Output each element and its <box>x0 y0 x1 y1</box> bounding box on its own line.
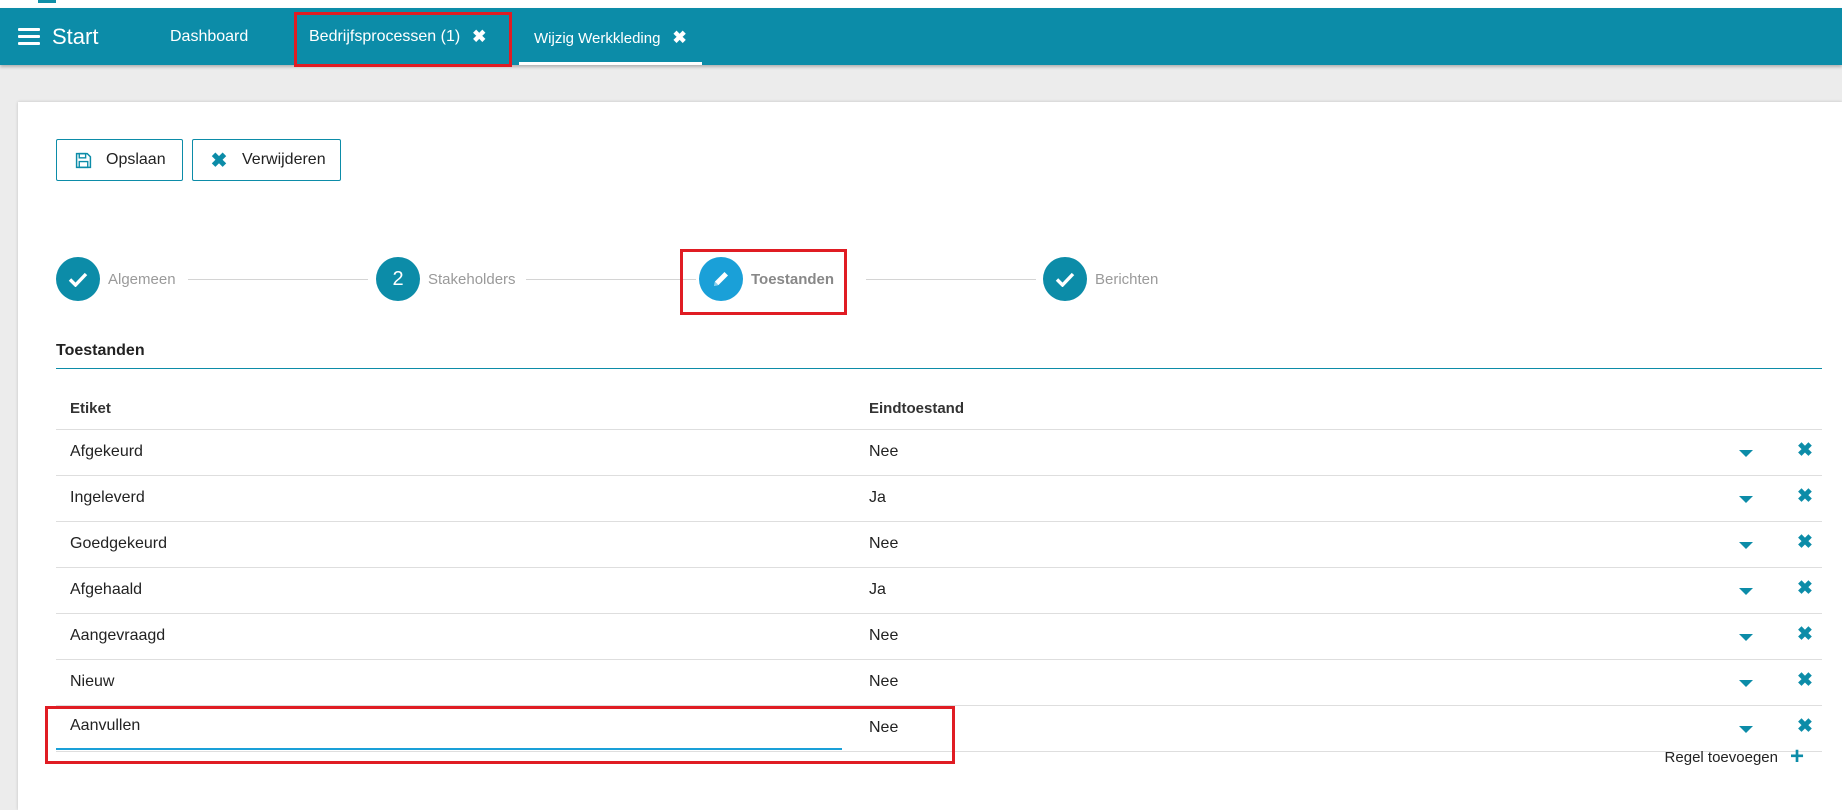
delete-row-icon[interactable]: ✖ <box>1797 669 1813 692</box>
eindtoestand-cell[interactable]: Nee <box>869 443 898 461</box>
check-icon <box>56 257 100 301</box>
top-strip <box>0 0 1842 8</box>
tab-dashboard-label: Dashboard <box>170 27 249 45</box>
delete-row-icon[interactable]: ✖ <box>1797 531 1813 554</box>
table-row-editing[interactable]: Nee ✖ <box>56 706 1822 752</box>
caret-down-icon[interactable] <box>1739 680 1753 687</box>
caret-down-icon[interactable] <box>1739 726 1753 733</box>
caret-down-icon[interactable] <box>1739 496 1753 503</box>
start-menu-button[interactable]: Start <box>18 8 98 65</box>
start-label: Start <box>52 23 99 49</box>
tab-bedrijfsprocessen[interactable]: Bedrijfsprocessen (1) ✖ <box>309 8 486 65</box>
delete-row-icon[interactable]: ✖ <box>1797 715 1813 738</box>
table-row[interactable]: Ingeleverd Ja ✖ <box>56 476 1822 522</box>
delete-row-icon[interactable]: ✖ <box>1797 577 1813 600</box>
step-toestanden[interactable]: Toestanden <box>699 255 834 303</box>
delete-button[interactable]: ✖ Verwijderen <box>192 139 341 181</box>
eindtoestand-cell[interactable]: Ja <box>869 489 886 507</box>
delete-label: Verwijderen <box>242 151 326 168</box>
caret-down-icon[interactable] <box>1739 588 1753 595</box>
eindtoestand-cell[interactable]: Ja <box>869 581 886 599</box>
etiket-cell[interactable]: Ingeleverd <box>70 489 145 507</box>
caret-down-icon[interactable] <box>1739 450 1753 457</box>
table-header: Etiket Eindtoestand <box>56 382 1822 430</box>
close-tab-icon[interactable]: ✖ <box>672 28 686 48</box>
eindtoestand-cell[interactable]: Nee <box>869 673 898 691</box>
etiket-cell[interactable]: Goedgekeurd <box>70 535 167 553</box>
tab-wijzig-werkkleding[interactable]: Wijzig Werkkleding ✖ <box>519 14 702 65</box>
wizard-stepper: Algemeen 2 Stakeholders Toestanden Beric… <box>56 255 1158 303</box>
table-row[interactable]: Nieuw Nee ✖ <box>56 660 1822 706</box>
etiket-cell[interactable]: Nieuw <box>70 673 114 691</box>
etiket-cell[interactable]: Afgekeurd <box>70 443 143 461</box>
step-connector <box>526 279 696 280</box>
delete-row-icon[interactable]: ✖ <box>1797 439 1813 462</box>
tab-wijzig-werkkleding-label: Wijzig Werkkleding <box>534 29 661 47</box>
eindtoestand-cell[interactable]: Nee <box>869 535 898 553</box>
caret-down-icon[interactable] <box>1739 542 1753 549</box>
section-title: Toestanden <box>56 342 145 359</box>
hamburger-icon <box>18 28 40 45</box>
step-stakeholders[interactable]: 2 Stakeholders <box>376 255 516 303</box>
pencil-icon <box>699 257 743 301</box>
column-header-etiket: Etiket <box>70 400 111 417</box>
etiket-cell[interactable]: Aangevraagd <box>70 627 165 645</box>
states-table: Etiket Eindtoestand Afgekeurd Nee ✖ Inge… <box>56 382 1822 752</box>
table-row[interactable]: Goedgekeurd Nee ✖ <box>56 522 1822 568</box>
delete-row-icon[interactable]: ✖ <box>1797 485 1813 508</box>
step-berichten[interactable]: Berichten <box>1043 255 1158 303</box>
column-header-eindtoestand: Eindtoestand <box>869 400 965 417</box>
logo <box>38 0 56 3</box>
etiket-input-wrapper <box>56 706 842 750</box>
save-label: Opslaan <box>106 151 166 168</box>
table-row[interactable]: Afgekeurd Nee ✖ <box>56 430 1822 476</box>
step-label: Stakeholders <box>428 270 516 288</box>
step-connector <box>866 279 1036 280</box>
close-tab-icon[interactable]: ✖ <box>472 27 486 47</box>
caret-down-icon[interactable] <box>1739 634 1753 641</box>
add-row-label: Regel toevoegen <box>1664 748 1778 766</box>
check-icon <box>1043 257 1087 301</box>
etiket-cell[interactable]: Afgehaald <box>70 581 142 599</box>
floppy-disk-icon <box>74 151 92 169</box>
tab-dashboard[interactable]: Dashboard <box>170 8 248 65</box>
step-label: Berichten <box>1095 270 1159 288</box>
table-row[interactable]: Aangevraagd Nee ✖ <box>56 614 1822 660</box>
plus-icon: + <box>1789 743 1804 770</box>
step-number: 2 <box>376 257 420 301</box>
add-row-button[interactable]: Regel toevoegen + <box>1665 745 1804 769</box>
step-algemeen[interactable]: Algemeen <box>56 255 176 303</box>
delete-row-icon[interactable]: ✖ <box>1797 623 1813 646</box>
close-icon: ✖ <box>210 149 228 172</box>
eindtoestand-cell[interactable]: Nee <box>869 719 898 737</box>
main-card: Opslaan ✖ Verwijderen Algemeen 2 Stakeho… <box>18 102 1842 810</box>
step-label: Algemeen <box>108 270 176 288</box>
eindtoestand-cell[interactable]: Nee <box>869 627 898 645</box>
tab-bedrijfsprocessen-label: Bedrijfsprocessen (1) <box>309 27 461 45</box>
step-connector <box>188 279 368 280</box>
table-row[interactable]: Afgehaald Ja ✖ <box>56 568 1822 614</box>
top-navbar: Start Dashboard Bedrijfsprocessen (1) ✖ … <box>0 8 1842 65</box>
step-label: Toestanden <box>751 270 835 288</box>
etiket-input[interactable] <box>70 717 770 735</box>
save-button[interactable]: Opslaan <box>56 139 183 181</box>
section-divider <box>56 368 1822 369</box>
